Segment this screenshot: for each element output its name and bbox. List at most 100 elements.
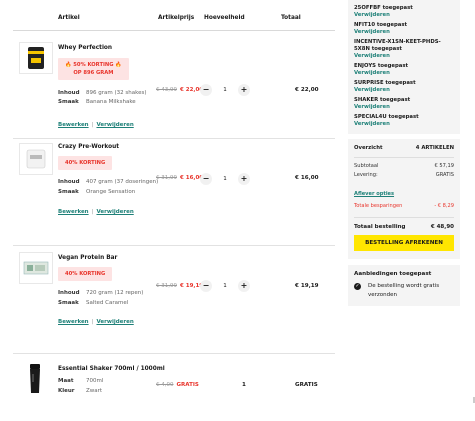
- remove-coupon-link[interactable]: Verwijderen: [354, 53, 454, 60]
- coupon-item: NFIT10 toegepast Verwijderen: [354, 22, 454, 36]
- taste-label: Smaak: [58, 189, 79, 195]
- quantity-value: 1: [242, 382, 246, 388]
- discount-badge-line1: 40% KORTING: [65, 160, 106, 166]
- decrease-button[interactable]: −: [200, 173, 212, 185]
- column-header-quantity: Hoeveelheid: [204, 15, 245, 21]
- increase-button[interactable]: +: [238, 173, 250, 185]
- product-taste: Smaak Orange Sensation: [58, 189, 135, 195]
- decrease-button[interactable]: −: [200, 84, 212, 96]
- offer-item: ✓ De bestelling wordt gratis verzonden: [354, 282, 454, 300]
- overview-title: Overzicht: [354, 145, 383, 151]
- offers-title: Aanbiedingen toegepast: [354, 271, 432, 277]
- column-header-article: Artikel: [58, 15, 80, 21]
- remove-coupon-link[interactable]: Verwijderen: [354, 104, 454, 111]
- coupon-item: SPECIAL4U toegepast Verwijderen: [354, 114, 454, 128]
- remove-coupon-link[interactable]: Verwijderen: [354, 12, 454, 19]
- coupon-item: INCENTIVE-X1SN-KEET-PHDS-5X8N toegepast …: [354, 39, 454, 60]
- decrease-button[interactable]: −: [200, 280, 212, 292]
- edit-link[interactable]: Bewerken: [58, 209, 89, 215]
- product-name[interactable]: Essential Shaker 700ml / 1000ml: [58, 366, 165, 372]
- item-price: € 31,99 € 16,00: [156, 175, 203, 181]
- row-actions: Bewerken | Verwijderen: [58, 319, 134, 325]
- quantity-stepper: − 1 +: [200, 83, 250, 97]
- subtotal-value: € 57,19: [434, 163, 454, 169]
- row-total: € 16,00: [295, 175, 319, 181]
- remove-link[interactable]: Verwijderen: [96, 209, 133, 215]
- coupon-code: SPECIAL4U toegepast: [354, 114, 419, 120]
- order-total-label: Totaal bestelling: [354, 224, 406, 230]
- row-actions: Bewerken | Verwijderen: [58, 122, 134, 128]
- delivery-line: Levering: GRATIS: [354, 171, 454, 180]
- content-label: Inhoud: [58, 290, 80, 296]
- coupon-code: SURPRISE toegepast: [354, 80, 416, 86]
- remove-link[interactable]: Verwijderen: [96, 319, 133, 325]
- coupon-item: SHAKER toegepast Verwijderen: [354, 97, 454, 111]
- product-size: Maat 700ml: [58, 378, 103, 384]
- cart-row: Whey Perfection 🔥 50% KORTING 🔥 OP 896 G…: [13, 31, 335, 139]
- old-price: € 31,99: [156, 175, 177, 181]
- order-total-line: Totaal bestelling € 48,90: [354, 218, 454, 235]
- quantity-value[interactable]: 1: [223, 176, 227, 182]
- item-price: € 43,99 € 22,00: [156, 87, 203, 93]
- discount-badge: 🔥 50% KORTING 🔥 OP 896 GRAM: [58, 58, 129, 80]
- row-total: € 19,19: [295, 283, 319, 289]
- discount-badge-line2: OP 896 GRAM: [73, 70, 114, 76]
- content-value: 896 gram (32 shakes): [86, 90, 147, 96]
- quantity-stepper: − 1 +: [200, 172, 250, 186]
- protein-bar-box-icon[interactable]: [19, 252, 53, 284]
- column-header-price: Artikelprijs: [158, 15, 195, 21]
- applied-offers: Aanbiedingen toegepast ✓ De bestelling w…: [348, 265, 460, 306]
- quantity-value[interactable]: 1: [223, 283, 227, 289]
- remove-coupon-link[interactable]: Verwijderen: [354, 121, 454, 128]
- increase-button[interactable]: +: [238, 280, 250, 292]
- cart-row: Essential Shaker 700ml / 1000ml Maat 700…: [13, 354, 335, 414]
- cart-table-header: Artikel Artikelprijs Hoeveelheid Totaal: [13, 0, 335, 31]
- discount-badge: 40% KORTING: [58, 267, 113, 281]
- product-taste: Smaak Salted Caramel: [58, 300, 128, 306]
- edit-link[interactable]: Bewerken: [58, 122, 89, 128]
- color-label: Kleur: [58, 388, 75, 394]
- coupon-item: 25OFFBF toegepast Verwijderen: [354, 5, 454, 19]
- remove-coupon-link[interactable]: Verwijderen: [354, 29, 454, 36]
- old-price: € 4,00: [156, 382, 174, 388]
- product-taste: Smaak Banana Milkshake: [58, 99, 136, 105]
- product-content: Inhoud 407 gram (37 doseringen): [58, 179, 158, 185]
- coupon-code: INCENTIVE-X1SN-KEET-PHDS-5X8N toegepast: [354, 39, 441, 52]
- cart-row: Vegan Protein Bar 40% KORTING Inhoud 720…: [13, 246, 335, 354]
- product-name[interactable]: Crazy Pre-Workout: [58, 144, 119, 150]
- quantity-value[interactable]: 1: [223, 87, 227, 93]
- applied-coupons: 25OFFBF toegepast Verwijderen NFIT10 toe…: [348, 0, 460, 134]
- checkout-button[interactable]: BESTELLING AFREKENEN: [354, 235, 454, 251]
- whey-pouch-icon[interactable]: [19, 42, 53, 74]
- coupon-code: 25OFFBF toegepast: [354, 5, 413, 11]
- cart-row: Crazy Pre-Workout 40% KORTING Inhoud 407…: [13, 139, 335, 246]
- product-name[interactable]: Whey Perfection: [58, 45, 112, 51]
- product-name[interactable]: Vegan Protein Bar: [58, 255, 117, 261]
- remove-coupon-link[interactable]: Verwijderen: [354, 70, 454, 77]
- quantity-stepper: − 1 +: [200, 279, 250, 293]
- taste-label: Smaak: [58, 99, 79, 105]
- coupon-code: NFIT10 toegepast: [354, 22, 408, 28]
- old-price: € 43,99: [156, 87, 177, 93]
- increase-button[interactable]: +: [238, 84, 250, 96]
- column-header-total: Totaal: [281, 15, 301, 21]
- shaker-icon[interactable]: [19, 364, 51, 394]
- taste-value: Orange Sensation: [86, 189, 136, 195]
- item-price: € 31,99 € 19,19: [156, 283, 203, 289]
- edit-link[interactable]: Bewerken: [58, 319, 89, 325]
- product-content: Inhoud 896 gram (32 shakes): [58, 90, 146, 96]
- product-content: Inhoud 720 gram (12 repen): [58, 290, 143, 296]
- discount-badge-line1: 40% KORTING: [65, 271, 106, 277]
- delivery-options-link[interactable]: Aflever opties: [354, 191, 394, 197]
- remove-link[interactable]: Verwijderen: [96, 122, 133, 128]
- order-overview: Overzicht 4 ARTIKELEN Subtotaal € 57,19 …: [348, 139, 460, 259]
- taste-label: Smaak: [58, 300, 79, 306]
- item-count: 4 ARTIKELEN: [415, 145, 454, 151]
- check-icon: ✓: [354, 283, 361, 290]
- subtotal-line: Subtotaal € 57,19: [354, 162, 454, 171]
- coupon-item: SURPRISE toegepast Verwijderen: [354, 80, 454, 94]
- discount-badge-line1: 🔥 50% KORTING 🔥: [65, 62, 122, 68]
- preworkout-pouch-icon[interactable]: [19, 143, 53, 175]
- remove-coupon-link[interactable]: Verwijderen: [354, 87, 454, 94]
- taste-value: Banana Milkshake: [86, 99, 136, 105]
